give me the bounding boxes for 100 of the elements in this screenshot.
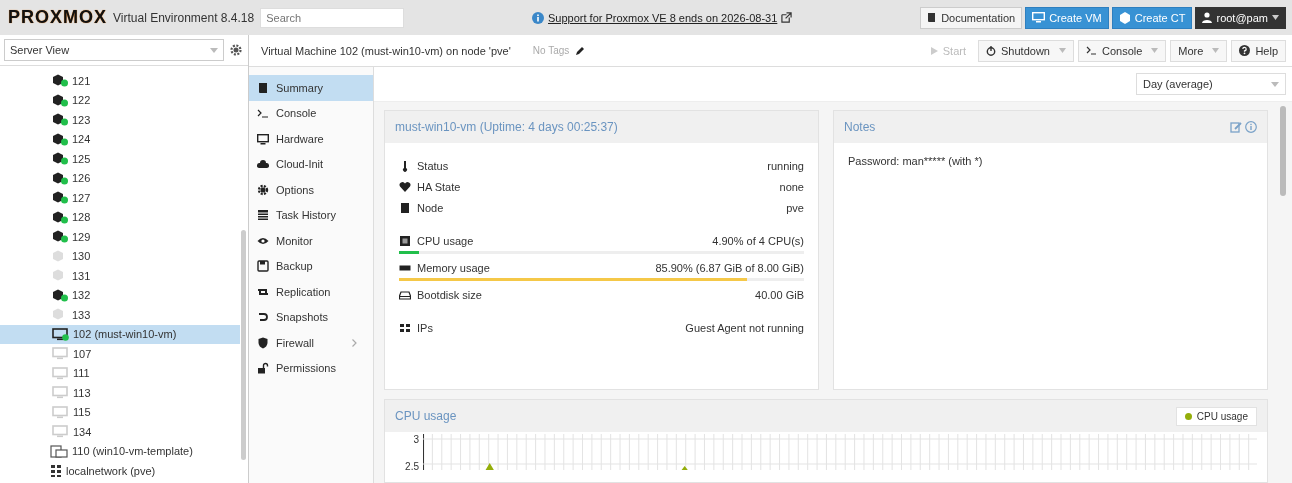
tree-item[interactable]: 133 (0, 305, 240, 325)
tree-item[interactable]: 128 (0, 207, 240, 227)
notes-text: Password: man***** (with *) (848, 155, 983, 167)
tree-item[interactable]: 129 (0, 227, 240, 247)
nav-icon (257, 260, 269, 273)
dropdown-arrow-icon (1151, 48, 1159, 53)
legend-item[interactable]: CPU usage (1175, 406, 1257, 426)
tree-item[interactable]: 126 (0, 168, 240, 188)
action-button[interactable]: Console (1077, 39, 1167, 62)
tree-item[interactable]: 110 (win10-vm-template) (0, 441, 240, 461)
nav-icon (257, 336, 269, 349)
tree-item[interactable]: 102 (must-win10-vm) (0, 324, 240, 344)
nav-icon (257, 132, 269, 145)
axis-tick-label: 3 (413, 434, 419, 445)
dropdown-arrow-icon (1212, 48, 1220, 53)
user-icon (1202, 12, 1213, 23)
nav-item[interactable]: Monitor (249, 228, 373, 254)
status-value: pve (786, 201, 804, 214)
nav-icon (257, 311, 269, 324)
tree-item[interactable]: localnetwork (pve) (0, 461, 240, 481)
support-notice-link[interactable]: Support for Proxmox VE 8 ends on 2026-08-31 (548, 11, 778, 24)
tree-item[interactable]: 121 (0, 71, 240, 91)
tree-item[interactable]: 113 (0, 383, 240, 403)
product-version: Virtual Environment 8.4.18 (113, 10, 255, 25)
nav-icon (257, 81, 269, 94)
tree-item[interactable]: 107 (0, 344, 240, 364)
nav-item[interactable]: Snapshots (249, 304, 373, 330)
nav-icon (257, 183, 269, 196)
axis-tick-label: 2.5 (405, 461, 419, 472)
info-icon (532, 11, 544, 24)
nav-item[interactable]: Backup (249, 253, 373, 279)
nav-item[interactable]: Hardware (249, 126, 373, 152)
network-icon (50, 464, 62, 478)
nav-item[interactable]: Options (249, 177, 373, 203)
tree-item[interactable]: 124 (0, 129, 240, 149)
status-icon (399, 321, 411, 334)
nav-item[interactable]: Cloud-Init (249, 151, 373, 177)
status-label: HA State (417, 180, 461, 193)
tree-item[interactable]: 115 (0, 402, 240, 422)
tree-item[interactable]: 122 (0, 90, 240, 110)
nav-item[interactable]: Permissions (249, 355, 373, 381)
nav-item[interactable]: Console (249, 100, 373, 126)
status-value: running (767, 159, 804, 172)
search-field[interactable]: Search (260, 7, 405, 28)
status-value: 85.90% (6.87 GiB of 8.00 GiB) (655, 261, 804, 274)
tree-item[interactable]: 134 (0, 422, 240, 442)
status-label: Status (417, 159, 449, 172)
status-label: Node (417, 201, 444, 214)
settings-icon[interactable] (230, 44, 242, 56)
status-icon (399, 234, 411, 247)
proxmox-logo: PROXMOX (8, 7, 107, 28)
toolbar-button[interactable]: Documentation (920, 6, 1023, 29)
nav-icon (257, 107, 269, 120)
tree-item[interactable]: 111 (0, 363, 240, 383)
help-icon (1239, 45, 1251, 56)
panel-title: CPU usage (395, 409, 457, 423)
vm-title: Virtual Machine 102 (must-win10-vm) on node 'pve' (261, 44, 511, 57)
tree-item[interactable]: 130 (0, 246, 240, 266)
pencil-icon[interactable] (575, 45, 586, 56)
nav-item[interactable]: Firewall (249, 330, 373, 356)
monitor-icon (1032, 12, 1046, 23)
nav-item[interactable]: Replication (249, 279, 373, 305)
action-button[interactable]: Help (1231, 39, 1286, 62)
book-icon (927, 12, 938, 23)
toolbar-button[interactable]: root@pam (1195, 6, 1286, 29)
tree-item[interactable]: 123 (0, 110, 240, 130)
tree-item[interactable]: 125 (0, 149, 240, 169)
nav-item[interactable]: Task History (249, 202, 373, 228)
dropdown-arrow-icon (1271, 81, 1279, 87)
nav-icon (257, 158, 269, 171)
template-icon (50, 444, 68, 458)
caret-icon (1272, 15, 1279, 20)
status-value: Guest Agent not running (685, 321, 804, 334)
status-label: Memory usage (417, 261, 490, 274)
tree-item[interactable]: 131 (0, 266, 240, 286)
status-icon (399, 288, 411, 301)
status-value: 4.90% of 4 CPU(s) (712, 234, 804, 247)
timeframe-select[interactable]: Day (average) (1136, 73, 1286, 95)
terminal-icon (1085, 46, 1097, 55)
status-label: IPs (417, 321, 433, 334)
action-button[interactable]: More (1170, 39, 1228, 62)
nav-icon (257, 209, 269, 222)
action-button[interactable]: Shutdown (978, 39, 1074, 62)
tags-label: No Tags (532, 45, 570, 56)
tree-item[interactable]: 132 (0, 285, 240, 305)
view-select[interactable]: Server View (4, 39, 224, 61)
status-icon (399, 180, 411, 193)
power-icon (986, 45, 996, 56)
tree-item[interactable]: 127 (0, 188, 240, 208)
status-label: Bootdisk size (417, 288, 482, 301)
status-label: CPU usage (417, 234, 474, 247)
status-value: 40.00 GiB (755, 288, 804, 301)
cube-icon (1118, 11, 1131, 24)
status-value: none (779, 180, 804, 193)
status-icon (399, 201, 411, 214)
nav-item[interactable]: Summary (249, 75, 373, 101)
dropdown-arrow-icon (1058, 48, 1066, 53)
panel-title: Notes (844, 120, 876, 134)
panel-title: must-win10-vm (Uptime: 4 days 00:25:37) (395, 120, 618, 134)
dropdown-arrow-icon (210, 47, 218, 53)
